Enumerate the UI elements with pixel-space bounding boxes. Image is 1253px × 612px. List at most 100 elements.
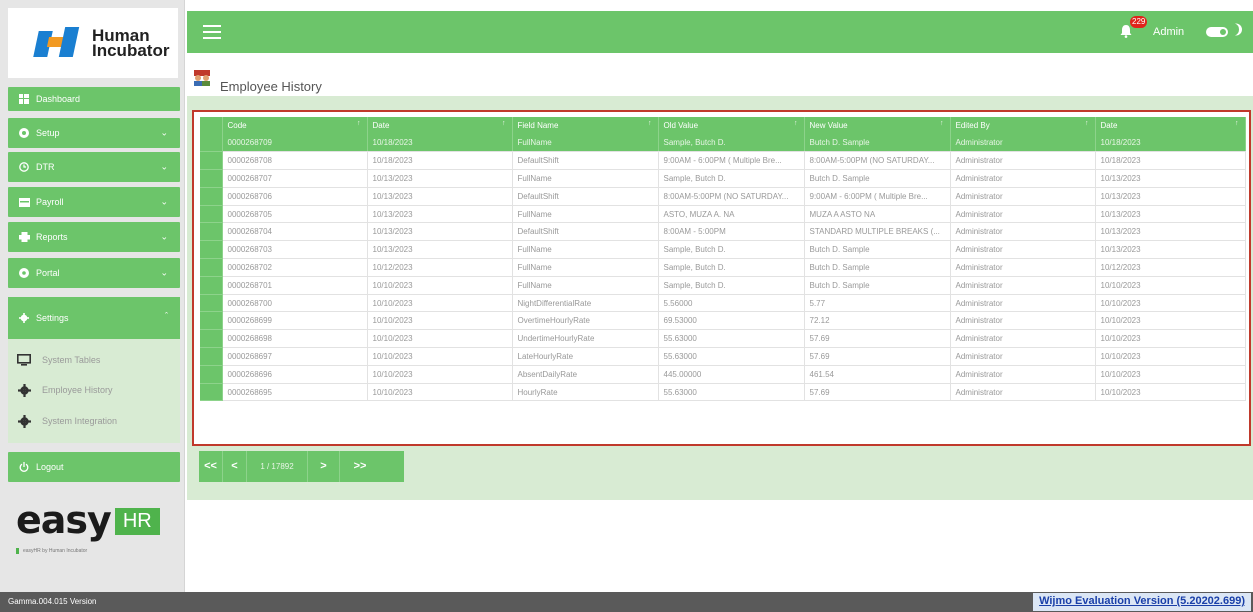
table-row[interactable]: 0000268706 10/13/2023 DefaultShift 8:00AM-5… [200,187,1246,206]
table-row[interactable]: 0000268696 10/10/2023 AbsentDailyRate 445.0… [200,365,1246,384]
sidebar-item-setup[interactable]: Setup ⌄ [8,118,180,148]
row-header[interactable] [200,383,223,402]
row-header[interactable] [200,329,223,349]
table-cell[interactable]: 10/18/2023 [367,134,513,153]
notification-bell-icon[interactable] [1120,24,1132,41]
sidebar-subitem-system-tables[interactable]: System Tables [16,353,100,367]
table-cell[interactable]: 10/18/2023 [1095,134,1246,153]
table-cell[interactable]: Butch D. Sample [804,258,951,277]
table-cell[interactable]: Administrator [950,276,1096,295]
sidebar-item-portal[interactable]: Portal ⌄ [8,258,180,288]
table-cell[interactable]: Administrator [950,383,1096,402]
next-page-button[interactable]: > [308,451,340,482]
table-cell[interactable]: 445.00000 [658,365,805,384]
row-header[interactable] [200,134,223,153]
column-header-field-name[interactable]: Field Name ↑ [512,117,659,134]
table-cell[interactable]: 0000268697 [222,347,368,366]
table-cell[interactable]: 10/13/2023 [1095,205,1246,224]
row-header[interactable] [200,205,223,224]
table-cell[interactable]: 5.56000 [658,294,805,313]
table-cell[interactable]: 10/13/2023 [1095,187,1246,206]
table-cell[interactable]: 55.63000 [658,383,805,402]
table-cell[interactable]: FullName [512,276,659,295]
first-page-button[interactable]: << [199,451,223,482]
table-cell[interactable]: 10/18/2023 [367,151,513,171]
sidebar-subitem-employee-history[interactable]: Employee History [16,383,113,397]
table-cell[interactable]: 9:00AM - 6:00PM ( Multiple Bre... [658,151,805,171]
table-cell[interactable]: 0000268705 [222,205,368,224]
table-cell[interactable]: 10/13/2023 [1095,240,1246,260]
row-header[interactable] [200,240,223,260]
table-cell[interactable]: Administrator [950,329,1096,349]
table-cell[interactable]: HourlyRate [512,383,659,402]
table-cell[interactable]: 0000268701 [222,276,368,295]
table-row[interactable]: 0000268705 10/13/2023 FullName ASTO, MUZA A… [200,205,1246,224]
table-cell[interactable]: MUZA A ASTO NA [804,205,951,224]
table-cell[interactable]: 10/10/2023 [367,383,513,402]
table-cell[interactable]: UndertimeHourlyRate [512,329,659,349]
table-row[interactable]: 0000268699 10/10/2023 OvertimeHourlyRate 69… [200,311,1246,331]
table-cell[interactable]: FullName [512,205,659,224]
row-header[interactable] [200,169,223,188]
table-cell[interactable]: 10/10/2023 [367,347,513,366]
table-cell[interactable]: FullName [512,169,659,188]
table-cell[interactable]: 10/10/2023 [367,365,513,384]
table-row[interactable]: 0000268698 10/10/2023 UndertimeHourlyRate 5… [200,329,1246,349]
table-cell[interactable]: 8:00AM-5:00PM (NO SATURDAY... [658,187,805,206]
table-cell[interactable]: 10/10/2023 [1095,276,1246,295]
table-cell[interactable]: Sample, Butch D. [658,240,805,260]
table-cell[interactable]: Sample, Butch D. [658,276,805,295]
table-cell[interactable]: 10/13/2023 [367,187,513,206]
table-cell[interactable]: DefaultShift [512,222,659,242]
row-header[interactable] [200,258,223,277]
table-cell[interactable]: Butch D. Sample [804,134,951,153]
table-cell[interactable]: DefaultShift [512,151,659,171]
table-cell[interactable]: 0000268703 [222,240,368,260]
table-row[interactable]: 0000268702 10/12/2023 FullName Sample, Butc… [200,258,1246,277]
row-header[interactable] [200,311,223,331]
table-cell[interactable]: 10/13/2023 [367,240,513,260]
table-cell[interactable]: 10/10/2023 [1095,347,1246,366]
wijmo-evaluation-link[interactable]: Wijmo Evaluation Version (5.20202.699) [1033,593,1251,611]
table-cell[interactable]: 0000268702 [222,258,368,277]
table-cell[interactable]: 10/10/2023 [367,294,513,313]
column-header-date[interactable]: Date ↑ [367,117,513,134]
table-cell[interactable]: 10/13/2023 [1095,222,1246,242]
table-cell[interactable]: Butch D. Sample [804,240,951,260]
column-header-new-value[interactable]: New Value ↑ [804,117,951,134]
sidebar-item-reports[interactable]: Reports ⌄ [8,222,180,252]
sidebar-item-dtr[interactable]: DTR ⌄ [8,152,180,182]
table-cell[interactable]: Butch D. Sample [804,276,951,295]
table-cell[interactable]: 10/18/2023 [1095,151,1246,171]
table-cell[interactable]: Administrator [950,222,1096,242]
table-row[interactable]: 0000268704 10/13/2023 DefaultShift 8:00AM -… [200,222,1246,242]
sidebar-item-payroll[interactable]: Payroll ⌄ [8,187,180,217]
table-cell[interactable]: 57.69 [804,329,951,349]
table-cell[interactable]: LateHourlyRate [512,347,659,366]
table-cell[interactable]: 0000268700 [222,294,368,313]
table-cell[interactable]: Administrator [950,151,1096,171]
table-cell[interactable]: 8:00AM - 5:00PM [658,222,805,242]
table-cell[interactable]: 10/10/2023 [1095,383,1246,402]
table-cell[interactable]: Administrator [950,294,1096,313]
table-cell[interactable]: Butch D. Sample [804,169,951,188]
table-cell[interactable]: 10/12/2023 [367,258,513,277]
table-cell[interactable]: 0000268698 [222,329,368,349]
table-cell[interactable]: 9:00AM - 6:00PM ( Multiple Bre... [804,187,951,206]
table-row[interactable]: 0000268708 10/18/2023 DefaultShift 9:00AM -… [200,151,1246,171]
row-header[interactable] [200,294,223,313]
table-cell[interactable]: 72.12 [804,311,951,331]
table-cell[interactable]: Sample, Butch D. [658,169,805,188]
table-row[interactable]: 0000268701 10/10/2023 FullName Sample, Butc… [200,276,1246,295]
table-cell[interactable]: ASTO, MUZA A. NA [658,205,805,224]
table-cell[interactable]: FullName [512,240,659,260]
table-row[interactable]: 0000268709 10/18/2023 FullName Sample, Butc… [200,134,1246,153]
table-cell[interactable]: Administrator [950,365,1096,384]
row-header[interactable] [200,347,223,366]
table-cell[interactable]: Sample, Butch D. [658,134,805,153]
table-cell[interactable]: Administrator [950,205,1096,224]
table-cell[interactable]: 57.69 [804,347,951,366]
last-page-button[interactable]: >> [340,451,380,482]
row-header[interactable] [200,365,223,384]
table-cell[interactable]: Administrator [950,134,1096,153]
